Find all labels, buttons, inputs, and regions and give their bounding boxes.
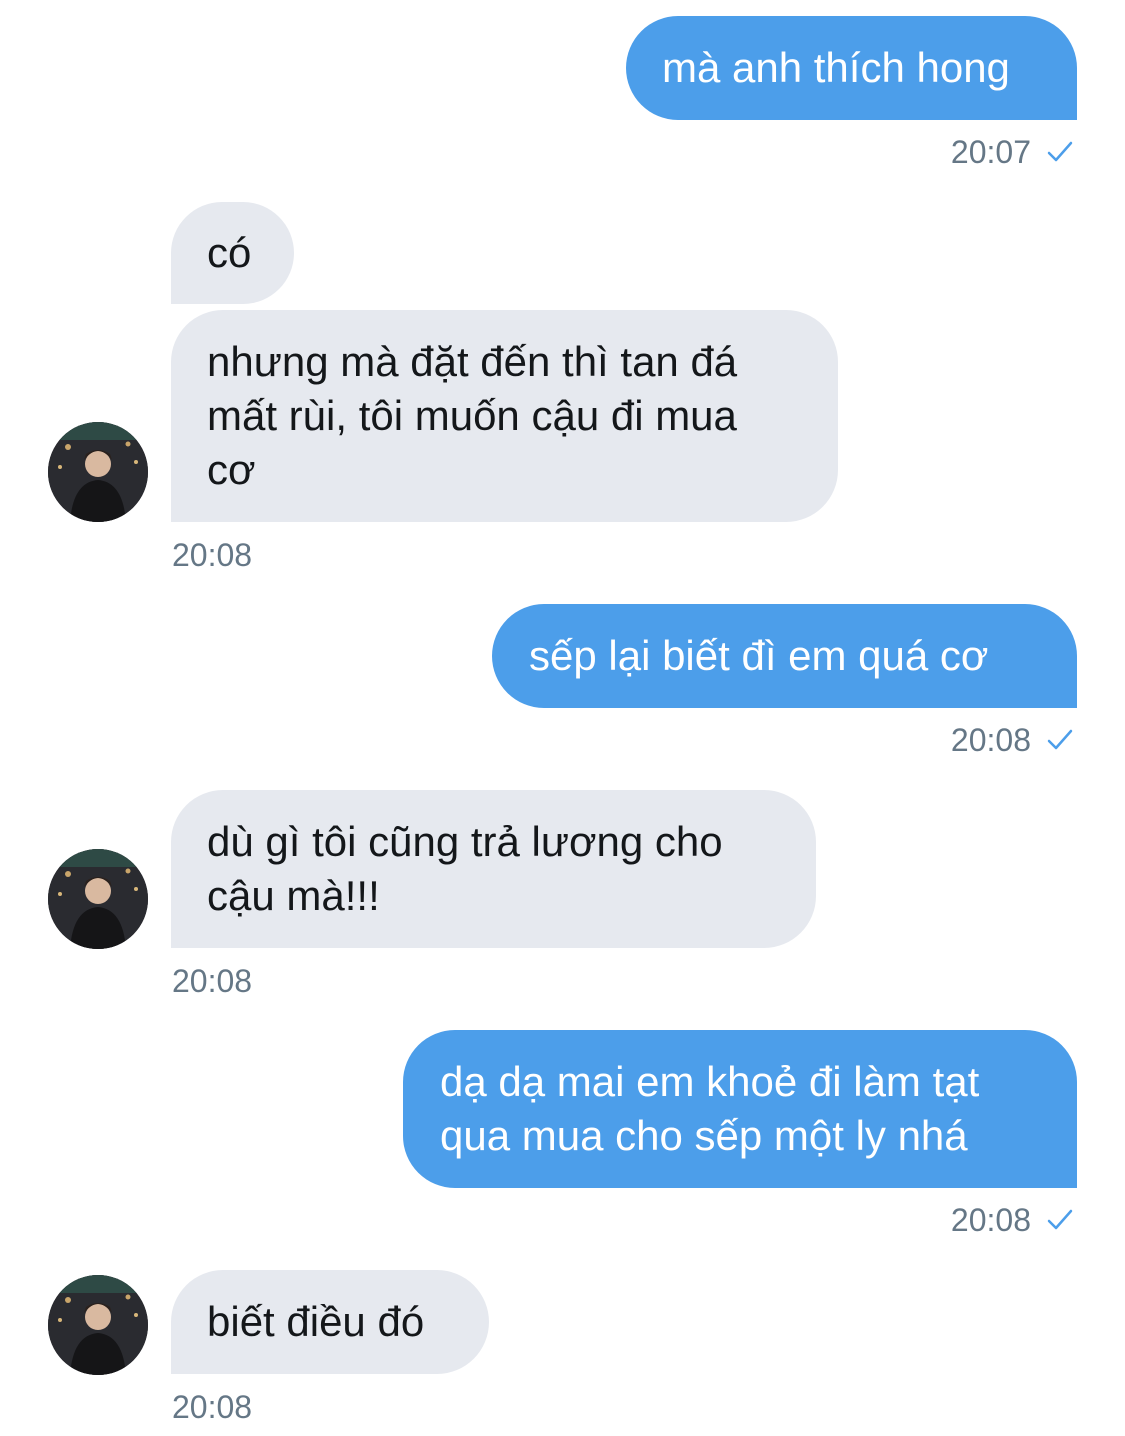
message-timestamp: 20:07 [950,134,1031,170]
message-meta: 20:08 [172,963,252,999]
message-timestamp: 20:08 [172,1389,253,1425]
check-icon [1045,725,1075,755]
conversation-view: mà anh thích hong 20:07 có nhưng mà đặt … [0,0,1125,1436]
incoming-message-bubble[interactable]: nhưng mà đặt đến thì tan đá mất rùi, tôi… [171,310,838,522]
outgoing-message-bubble[interactable]: sếp lại biết đì em quá cơ [492,604,1077,708]
check-icon [1045,1205,1075,1235]
message-meta: 20:08 [860,722,1075,758]
outgoing-message-bubble[interactable]: mà anh thích hong [626,16,1077,120]
message-timestamp: 20:08 [950,1202,1031,1238]
avatar[interactable] [48,849,148,949]
message-timestamp: 20:08 [950,722,1031,758]
message-meta: 20:08 [860,1202,1075,1238]
outgoing-message-bubble[interactable]: dạ dạ mai em khoẻ đi làm tạt qua mua cho… [403,1030,1077,1188]
check-icon [1045,137,1075,167]
message-meta: 20:08 [172,537,252,573]
message-meta: 20:07 [860,134,1075,170]
avatar[interactable] [48,422,148,522]
incoming-message-bubble[interactable]: có [171,202,294,304]
message-timestamp: 20:08 [172,537,253,573]
message-timestamp: 20:08 [172,963,253,999]
message-meta: 20:08 [172,1389,252,1425]
incoming-message-bubble[interactable]: dù gì tôi cũng trả lương cho cậu mà!!! [171,790,816,948]
avatar[interactable] [48,1275,148,1375]
incoming-message-bubble[interactable]: biết điều đó [171,1270,489,1374]
